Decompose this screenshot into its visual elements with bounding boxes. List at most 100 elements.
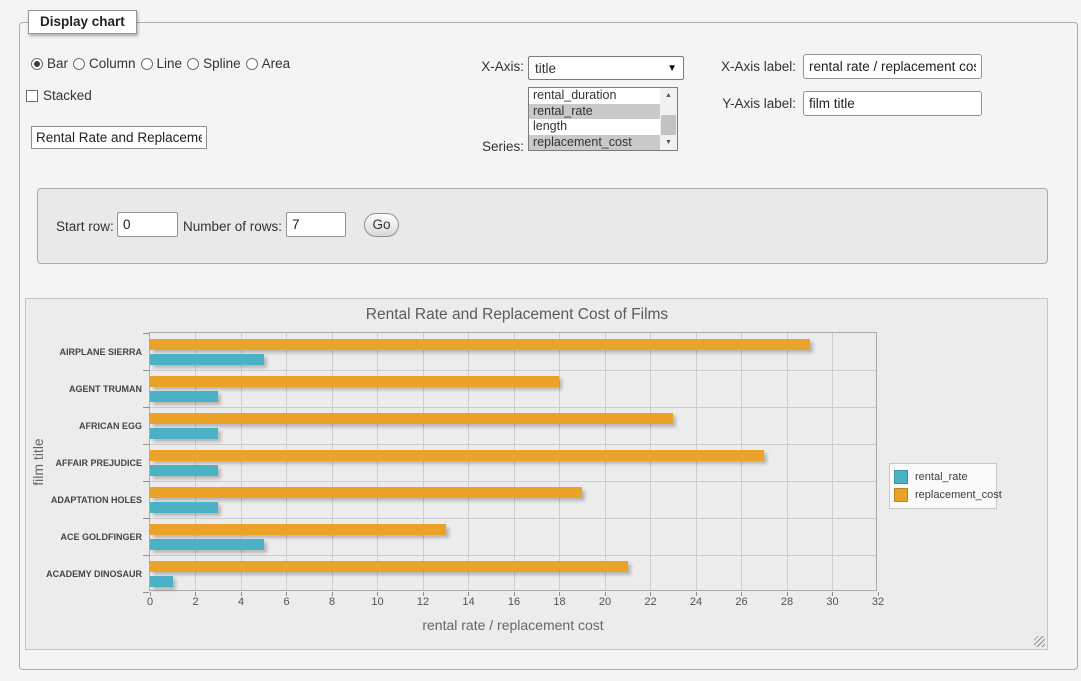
grid-line: [605, 333, 606, 590]
radio-label: Spline: [203, 56, 241, 71]
x-axis-select-label: X-Axis:: [420, 59, 524, 74]
y-tick-label: AGENT TRUMAN: [32, 370, 142, 407]
resize-handle-icon[interactable]: [1034, 636, 1045, 647]
y-tick-mark: [143, 481, 149, 482]
grid-line: [423, 333, 424, 590]
x-tick-label: 28: [772, 596, 802, 608]
y-tick-mark: [143, 370, 149, 371]
series-option-length[interactable]: length: [529, 119, 660, 135]
chart-container: Rental Rate and Replacement Cost of Film…: [25, 298, 1048, 650]
bar-replacement_cost: [150, 450, 764, 461]
go-button[interactable]: Go: [364, 213, 399, 237]
legend-swatch: [894, 470, 908, 484]
bar-replacement_cost: [150, 487, 582, 498]
radio-icon[interactable]: [73, 58, 85, 70]
bar-rental_rate: [150, 576, 173, 587]
number-of-rows-input[interactable]: [286, 212, 346, 237]
start-row-input[interactable]: [117, 212, 178, 237]
series-option-replacement_cost[interactable]: replacement_cost: [529, 135, 660, 151]
y-tick-mark: [143, 518, 149, 519]
grid-line: [150, 444, 876, 445]
x-tick-label: 18: [545, 596, 575, 608]
x-tick-label: 0: [135, 596, 165, 608]
series-list-label: Series:: [420, 139, 524, 154]
x-tick-label: 20: [590, 596, 620, 608]
y-tick-mark: [143, 407, 149, 408]
legend-item: replacement_cost: [894, 486, 996, 504]
x-tick-label: 8: [317, 596, 347, 608]
bar-rental_rate: [150, 465, 218, 476]
grid-line: [286, 333, 287, 590]
bar-replacement_cost: [150, 376, 559, 387]
legend-label: rental_rate: [915, 471, 968, 483]
stacked-label: Stacked: [43, 88, 92, 103]
bar-replacement_cost: [150, 413, 673, 424]
legend-swatch: [894, 488, 908, 502]
grid-line: [150, 518, 876, 519]
chart-type-radio-column[interactable]: Column: [73, 56, 136, 71]
y-tick-mark: [143, 555, 149, 556]
bar-replacement_cost: [150, 524, 446, 535]
y-tick-label: ACE GOLDFINGER: [32, 518, 142, 555]
grid-line: [150, 555, 876, 556]
x-tick-label: 14: [454, 596, 484, 608]
x-axis-select-value: title: [535, 61, 556, 76]
chart-type-radio-line[interactable]: Line: [141, 56, 183, 71]
x-tick-label: 12: [408, 596, 438, 608]
x-tick-label: 4: [226, 596, 256, 608]
scroll-down-icon[interactable]: ▼: [660, 135, 677, 150]
chart-y-axis-title: film title: [30, 408, 46, 516]
grid-line: [150, 370, 876, 371]
legend-item: rental_rate: [894, 468, 996, 486]
page: Display chart Bar Column Line Spline Area St…: [0, 0, 1081, 681]
chart-type-radio-area[interactable]: Area: [246, 56, 291, 71]
x-tick-label: 24: [681, 596, 711, 608]
x-tick-label: 30: [818, 596, 848, 608]
fieldset-legend: Display chart: [28, 10, 137, 34]
x-tick-label: 2: [181, 596, 211, 608]
radio-label: Line: [157, 56, 183, 71]
x-tick-label: 26: [727, 596, 757, 608]
radio-icon[interactable]: [31, 58, 43, 70]
bar-rental_rate: [150, 354, 264, 365]
x-tick-label: 32: [863, 596, 893, 608]
grid-line: [514, 333, 515, 590]
legend-label: replacement_cost: [915, 489, 1002, 501]
y-axis-label-caption: Y-Axis label:: [640, 96, 796, 111]
y-tick-label: AFRICAN EGG: [32, 407, 142, 444]
stacked-option[interactable]: Stacked: [26, 88, 92, 103]
x-tick-label: 6: [272, 596, 302, 608]
chart-type-radio-bar[interactable]: Bar: [31, 56, 68, 71]
grid-line: [150, 407, 876, 408]
y-axis-label-input[interactable]: [803, 91, 982, 116]
radio-label: Column: [89, 56, 136, 71]
radio-icon[interactable]: [246, 58, 258, 70]
bar-rental_rate: [150, 428, 218, 439]
x-tick-label: 10: [363, 596, 393, 608]
y-tick-mark: [143, 592, 149, 593]
grid-line: [832, 333, 833, 590]
chart-type-radio-spline[interactable]: Spline: [187, 56, 241, 71]
grid-line: [741, 333, 742, 590]
y-tick-label: ADAPTATION HOLES: [32, 481, 142, 518]
start-row-label: Start row:: [56, 219, 114, 234]
chart-title-input[interactable]: [31, 126, 207, 149]
radio-label: Area: [262, 56, 291, 71]
stacked-checkbox[interactable]: [26, 90, 38, 102]
x-axis-label-input[interactable]: [803, 54, 982, 79]
x-tick-label: 22: [636, 596, 666, 608]
chart-legend: rental_rate replacement_cost: [889, 463, 997, 509]
grid-line: [195, 333, 196, 590]
bar-rental_rate: [150, 539, 264, 550]
grid-line: [468, 333, 469, 590]
chart-title: Rental Rate and Replacement Cost of Film…: [26, 306, 1008, 324]
y-tick-label: AIRPLANE SIERRA: [32, 333, 142, 370]
y-tick-label: AFFAIR PREJUDICE: [32, 444, 142, 481]
chart-plot-area: AIRPLANE SIERRAAGENT TRUMANAFRICAN EGGAF…: [149, 332, 877, 591]
grid-line: [650, 333, 651, 590]
radio-icon[interactable]: [187, 58, 199, 70]
radio-icon[interactable]: [141, 58, 153, 70]
chart-type-radio-group: Bar Column Line Spline Area: [31, 56, 290, 71]
grid-line: [332, 333, 333, 590]
y-tick-mark: [143, 333, 149, 334]
